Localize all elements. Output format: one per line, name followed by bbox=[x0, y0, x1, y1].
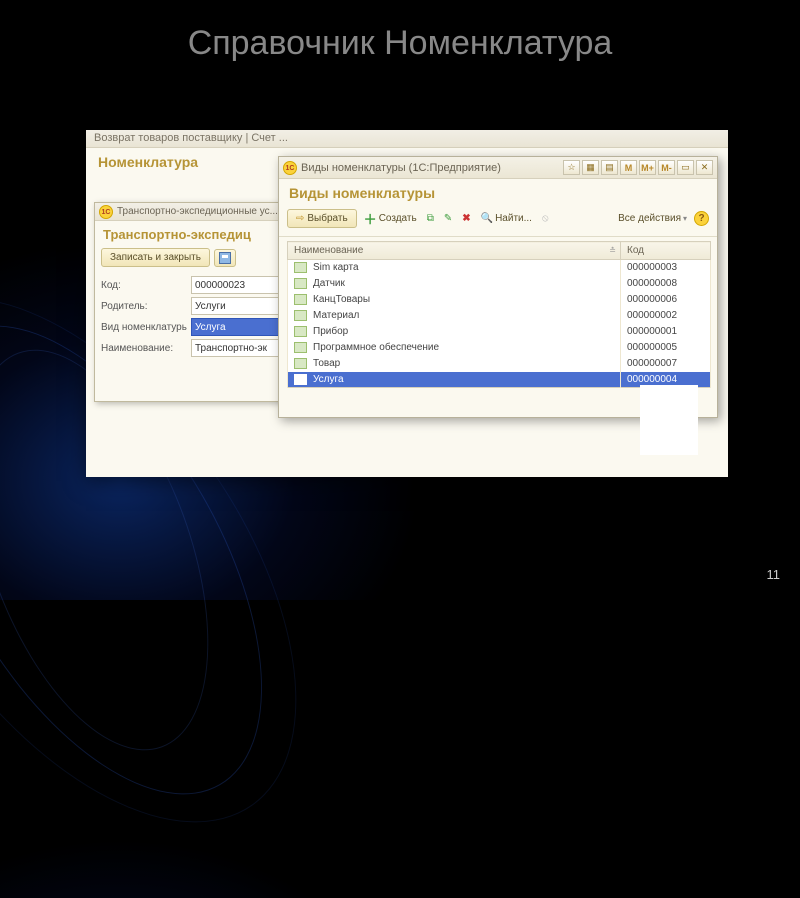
cell-name: Товар bbox=[288, 356, 621, 372]
table-row[interactable]: Датчик000000008 bbox=[288, 276, 711, 292]
cell-code: 000000007 bbox=[621, 356, 711, 372]
cell-code: 000000005 bbox=[621, 340, 711, 356]
tb-mplus[interactable]: M+ bbox=[639, 160, 656, 175]
tb-mminus[interactable]: M- bbox=[658, 160, 675, 175]
table-row[interactable]: КанцТовары000000006 bbox=[288, 292, 711, 308]
delete-button[interactable]: ✖ bbox=[459, 211, 473, 226]
table-row[interactable]: Программное обеспечение000000005 bbox=[288, 340, 711, 356]
table-row[interactable]: Sim карта000000003 bbox=[288, 260, 711, 276]
sort-asc-icon: ≛ bbox=[609, 246, 616, 255]
table-row[interactable]: Товар000000007 bbox=[288, 356, 711, 372]
chevron-down-icon: ▾ bbox=[683, 214, 687, 223]
app-window: Возврат товаров поставщику | Счет ... Но… bbox=[86, 130, 728, 477]
delete-icon: ✖ bbox=[462, 213, 470, 224]
cell-name: Прибор bbox=[288, 324, 621, 340]
cell-name: КанцТовары bbox=[288, 292, 621, 308]
cell-code: 000000008 bbox=[621, 276, 711, 292]
close-icon[interactable]: ✕ bbox=[696, 160, 713, 175]
copy-icon: ⧉ bbox=[427, 213, 434, 224]
cell-code: 000000001 bbox=[621, 324, 711, 340]
clear-find-button[interactable]: ⦸ bbox=[539, 211, 552, 226]
parent-label: Родитель: bbox=[101, 301, 187, 312]
cell-name: Материал bbox=[288, 308, 621, 324]
search-clear-icon: ⦸ bbox=[542, 213, 549, 224]
create-button[interactable]: ＋Создать bbox=[361, 207, 420, 230]
save-icon bbox=[219, 252, 231, 264]
table-row[interactable]: Материал000000002 bbox=[288, 308, 711, 324]
tb-icon-3[interactable]: ▤ bbox=[601, 160, 618, 175]
search-icon: 🔍 bbox=[481, 213, 493, 224]
list-heading: Виды номенклатуры bbox=[279, 179, 717, 205]
tb-min-icon[interactable]: ▭ bbox=[677, 160, 694, 175]
all-actions-button[interactable]: Все действия▾ bbox=[615, 211, 690, 226]
plus-icon: ＋ bbox=[364, 209, 377, 228]
page-number: 11 bbox=[767, 567, 781, 582]
code-label: Код: bbox=[101, 280, 187, 291]
col-code[interactable]: Код bbox=[621, 242, 711, 260]
edit-button[interactable]: ✎ bbox=[441, 211, 455, 226]
list-titlebar[interactable]: 1C Виды номенклатуры (1С:Предприятие) ☆ … bbox=[279, 157, 717, 179]
blank-panel bbox=[640, 385, 698, 455]
save-and-close-button[interactable]: Записать и закрыть bbox=[101, 248, 210, 267]
table-row[interactable]: Прибор000000001 bbox=[288, 324, 711, 340]
cell-code: 000000002 bbox=[621, 308, 711, 324]
app-logo-icon: 1C bbox=[283, 161, 297, 175]
tb-m[interactable]: M bbox=[620, 160, 637, 175]
help-icon[interactable]: ? bbox=[694, 211, 709, 226]
col-name[interactable]: Наименование≛ bbox=[288, 242, 621, 260]
find-button[interactable]: 🔍Найти... bbox=[478, 211, 535, 226]
tb-icon-2[interactable]: ▦ bbox=[582, 160, 599, 175]
kind-label: Вид номенклатуры: bbox=[101, 322, 187, 333]
cell-code: 000000003 bbox=[621, 260, 711, 276]
tb-icon-1[interactable]: ☆ bbox=[563, 160, 580, 175]
form-title-text: Транспортно-экспедиционные ус... bbox=[117, 206, 278, 217]
app-logo-icon: 1C bbox=[99, 205, 113, 219]
copy-button[interactable]: ⧉ bbox=[424, 211, 437, 226]
cell-name: Датчик bbox=[288, 276, 621, 292]
cell-name: Sim карта bbox=[288, 260, 621, 276]
name-label: Наименование: bbox=[101, 343, 187, 354]
cell-code: 000000006 bbox=[621, 292, 711, 308]
cell-name: Программное обеспечение bbox=[288, 340, 621, 356]
background-tabs: Возврат товаров поставщику | Счет ... bbox=[86, 130, 728, 148]
list-title-text: Виды номенклатуры (1С:Предприятие) bbox=[301, 162, 559, 174]
cell-name: Услуга bbox=[288, 372, 621, 388]
kinds-table: Наименование≛ Код Sim карта000000003Датч… bbox=[287, 241, 711, 388]
choose-button[interactable]: ⇨Выбрать bbox=[287, 209, 357, 228]
slide-title: Справочник Номенклатура bbox=[0, 0, 800, 73]
kinds-list-window: 1C Виды номенклатуры (1С:Предприятие) ☆ … bbox=[278, 156, 718, 418]
save-button[interactable] bbox=[214, 249, 236, 267]
pencil-icon: ✎ bbox=[444, 213, 452, 224]
